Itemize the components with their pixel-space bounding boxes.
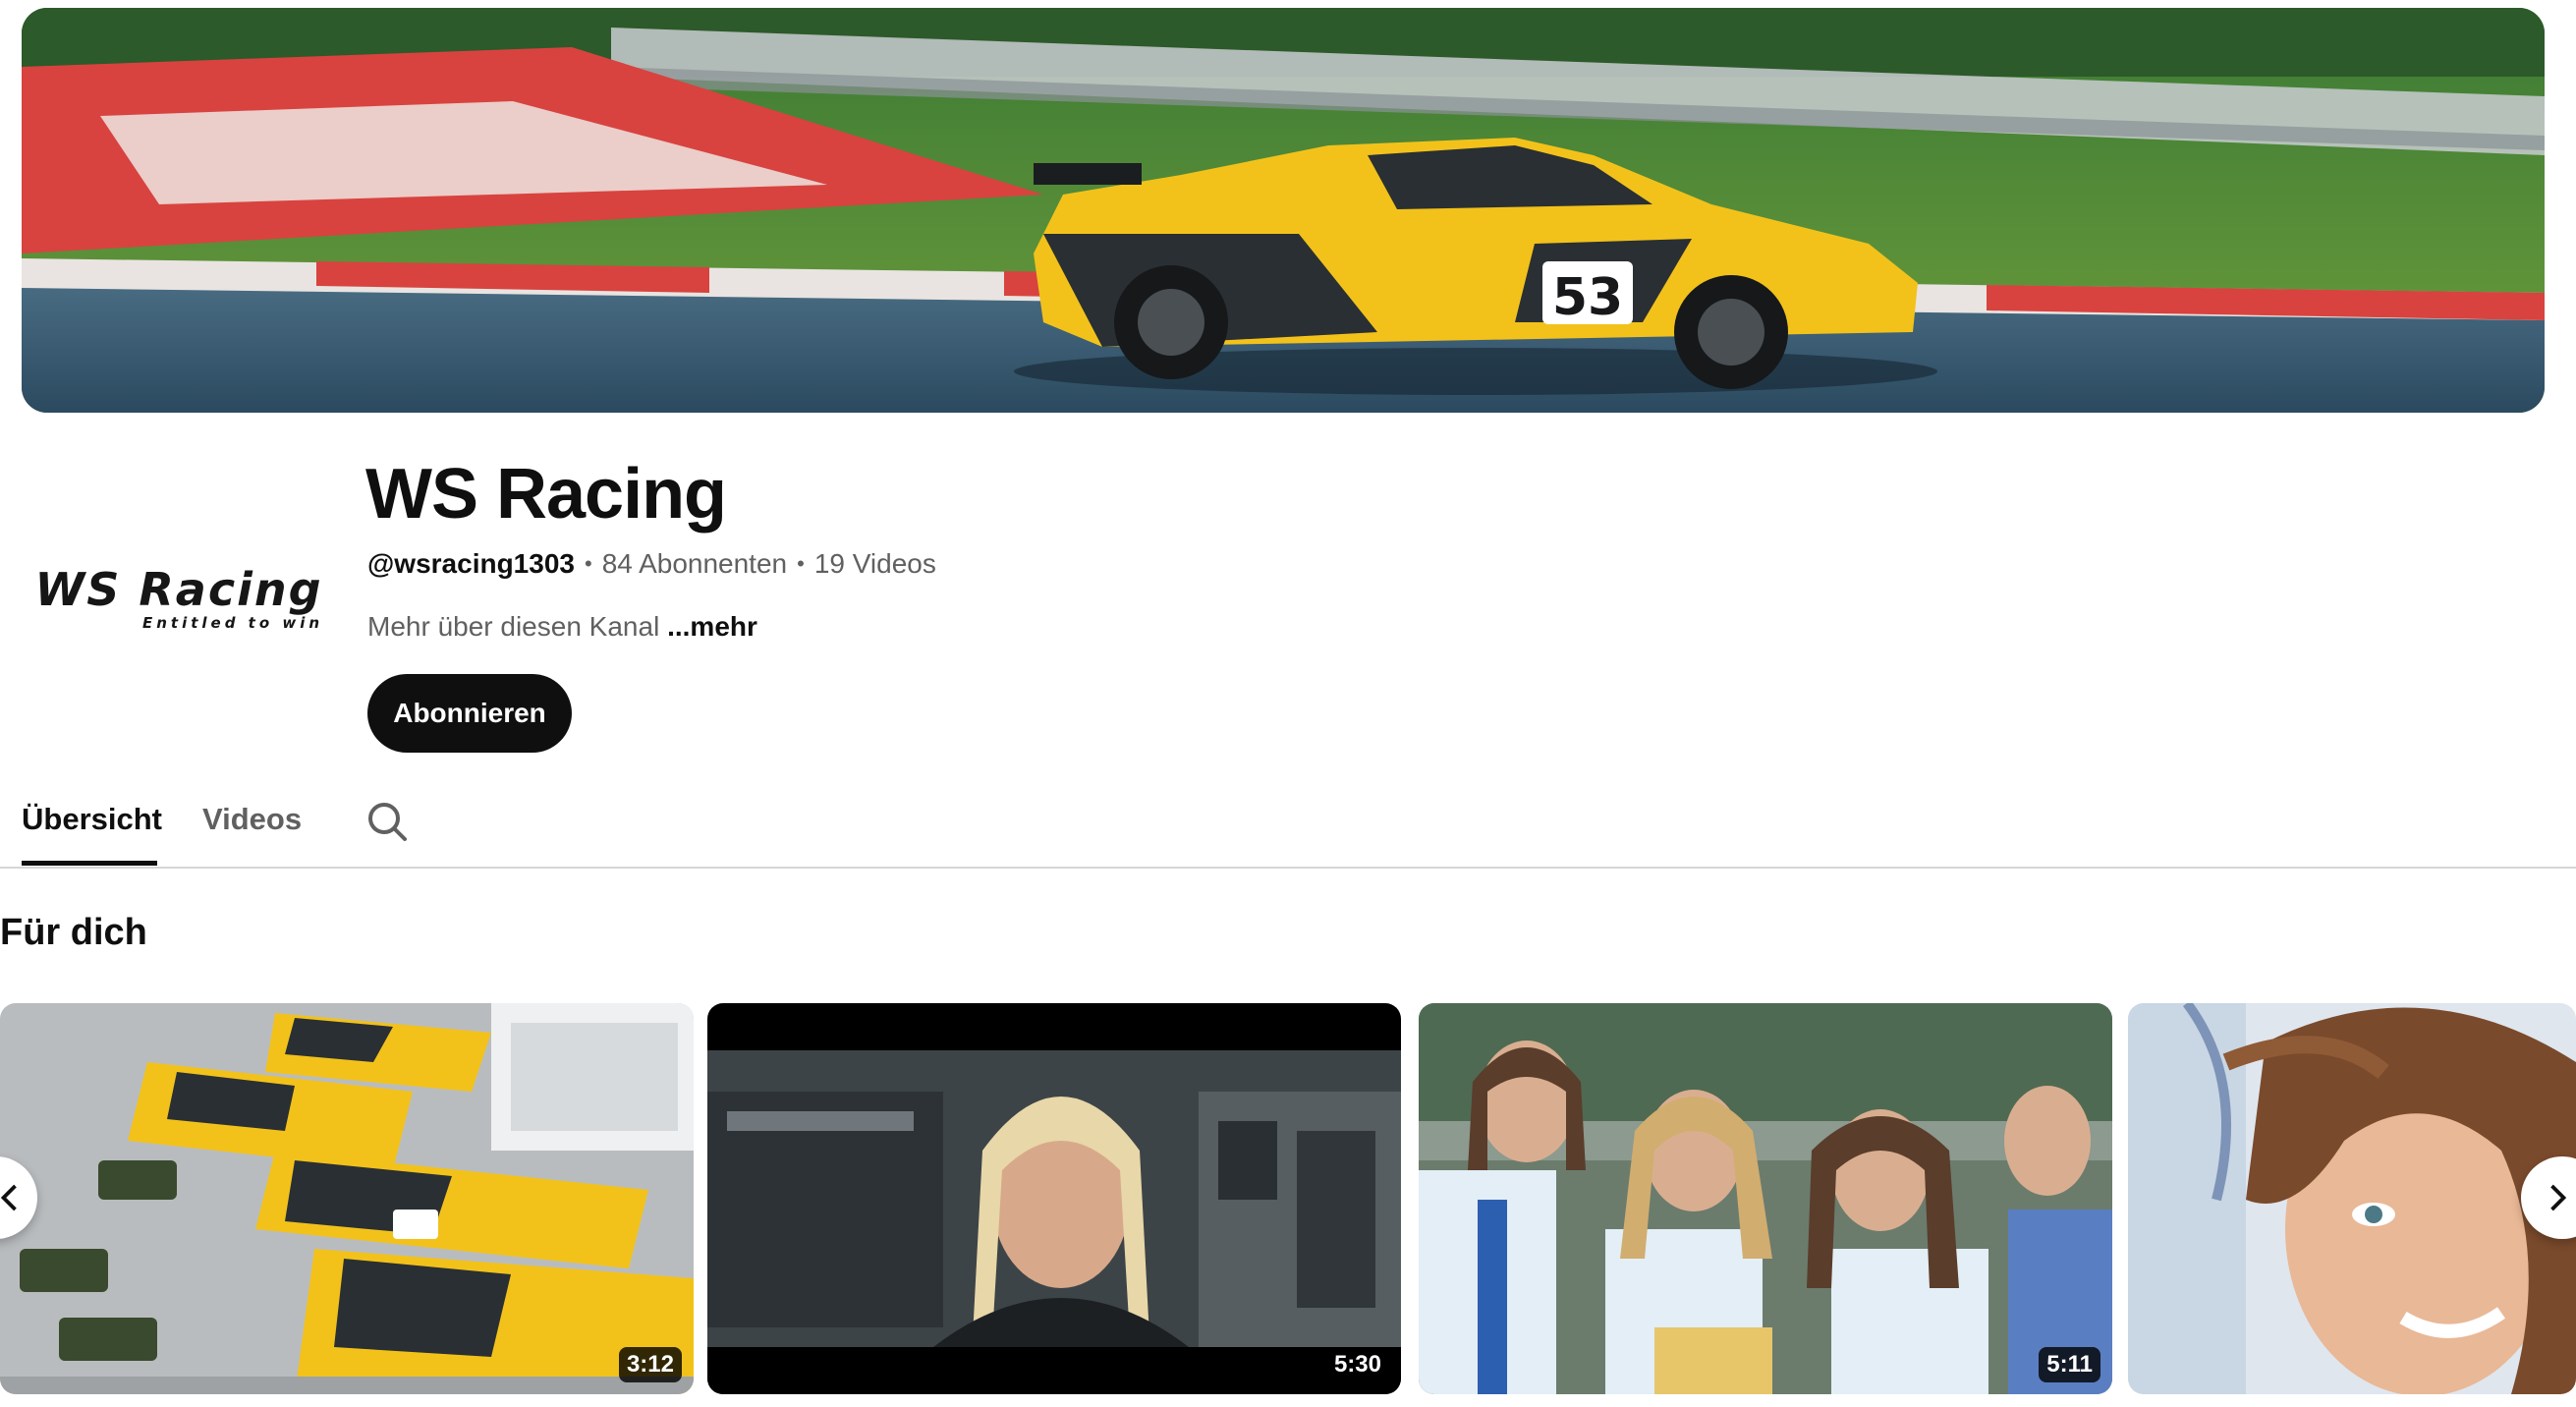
thumbnail-image <box>2128 1003 2576 1394</box>
video-count: 19 Videos <box>813 548 936 579</box>
more-link[interactable]: ...mehr <box>667 611 757 642</box>
thumbnail-image <box>707 1003 1401 1394</box>
chevron-left-icon <box>0 1184 17 1211</box>
active-tab-indicator <box>22 861 157 866</box>
channel-page: 53 WS Racing Entitled to win WS Racing @… <box>0 0 2576 1407</box>
meta-separator: • <box>797 551 805 576</box>
chevron-right-icon <box>2550 1184 2567 1211</box>
shelf-title: Für dich <box>0 912 147 953</box>
subscriber-count: 84 Abonnenten <box>601 548 788 579</box>
video-thumbnail[interactable]: 5:30 <box>707 1003 1401 1394</box>
search-icon[interactable] <box>364 798 411 845</box>
tabs-divider <box>0 867 2576 869</box>
thumbnail-image <box>1419 1003 2112 1394</box>
video-duration: 3:12 <box>618 1347 682 1382</box>
about-text: Mehr über diesen Kanal <box>367 611 660 642</box>
video-thumbnail[interactable]: 5:11 <box>1419 1003 2112 1394</box>
tab-videos[interactable]: Videos <box>202 802 302 837</box>
logo-tagline: Entitled to win <box>141 614 324 632</box>
video-duration: 5:11 <box>2039 1347 2100 1382</box>
channel-about[interactable]: Mehr über diesen Kanal ...mehr <box>367 611 757 643</box>
logo-text: WS Racing <box>34 563 323 616</box>
thumbnail-image <box>0 1003 694 1394</box>
channel-title: WS Racing <box>365 455 727 534</box>
video-thumbnail[interactable]: 3:12 <box>0 1003 694 1394</box>
meta-separator: • <box>584 551 592 576</box>
channel-avatar[interactable]: WS Racing Entitled to win <box>22 511 336 688</box>
car-number: 53 <box>1552 268 1623 327</box>
channel-banner: 53 <box>22 8 2545 413</box>
video-thumbnail[interactable] <box>2128 1003 2576 1394</box>
subscribe-button[interactable]: Abonnieren <box>367 674 572 753</box>
channel-tabs: Übersicht Videos <box>0 786 2576 869</box>
video-shelf: 3:12 5:30 5:11 <box>0 1003 2576 1396</box>
tab-overview[interactable]: Übersicht <box>22 802 162 837</box>
channel-meta: @wsracing1303 • 84 Abonnenten • 19 Video… <box>367 548 936 580</box>
video-duration: 5:30 <box>1325 1347 1389 1382</box>
channel-handle: @wsracing1303 <box>367 548 575 579</box>
banner-image: 53 <box>22 8 2545 413</box>
